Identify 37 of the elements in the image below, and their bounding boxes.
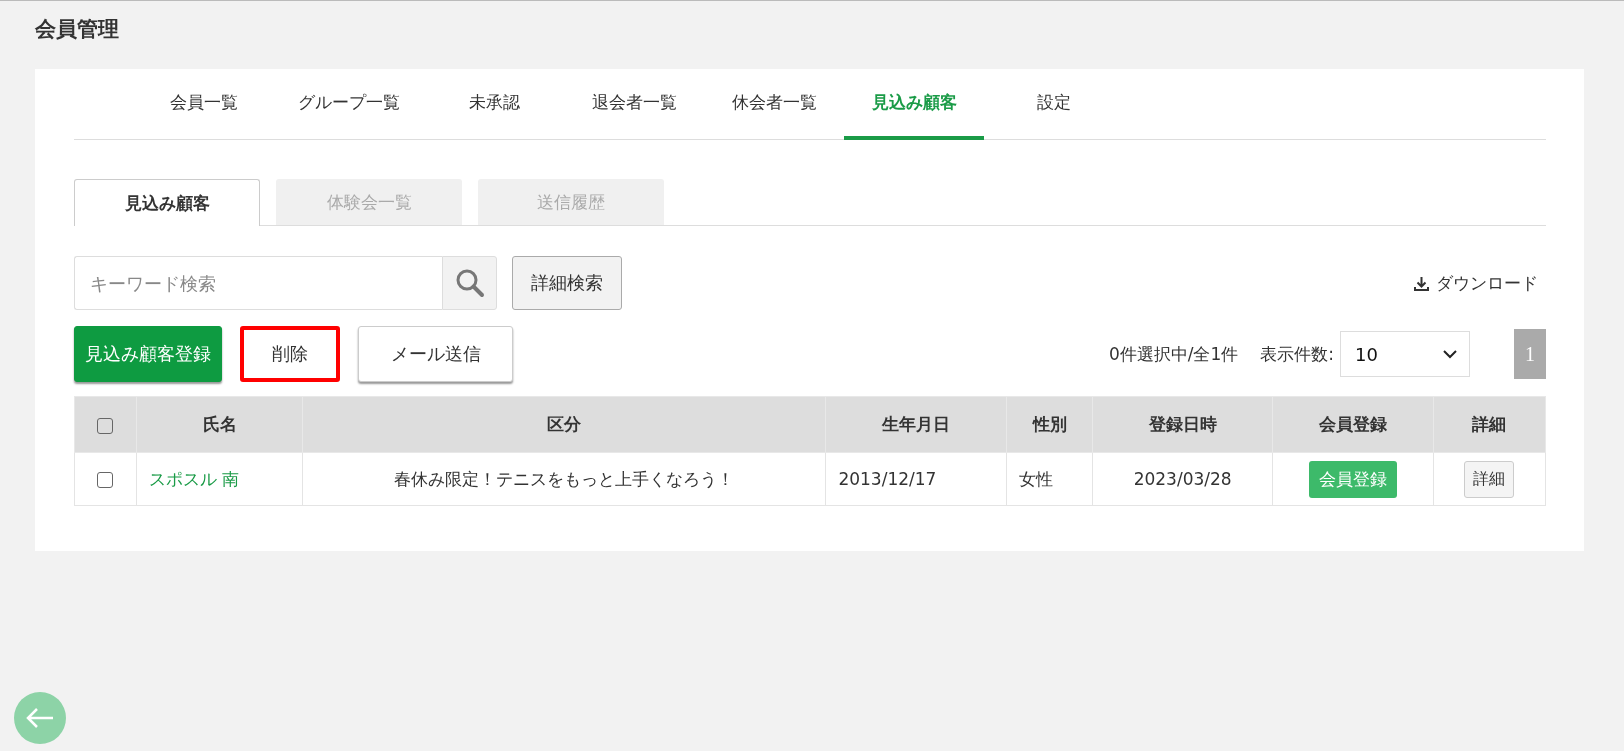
- chevron-icon: [1443, 349, 1457, 359]
- nav-tab[interactable]: 見込み顧客: [844, 69, 984, 140]
- nav-tab[interactable]: 未承認: [424, 69, 564, 140]
- select-all-checkbox[interactable]: [97, 417, 114, 434]
- advanced-search-button[interactable]: 詳細検索: [512, 256, 622, 310]
- page-size-select[interactable]: 10: [1340, 331, 1470, 377]
- left-arrow-icon: [26, 707, 54, 729]
- column-header: 生年月日: [825, 396, 1007, 453]
- nav-tab[interactable]: 退会者一覧: [564, 69, 704, 140]
- action-button[interactable]: 見込み顧客登録: [74, 326, 222, 382]
- selection-count: 0件選択中/全1件: [1108, 342, 1239, 366]
- row-checkbox[interactable]: [97, 472, 114, 488]
- search-button[interactable]: [442, 256, 497, 310]
- nav-tab[interactable]: 会員一覧: [134, 69, 274, 140]
- table-cell: 女性: [1006, 452, 1093, 506]
- column-header: 会員登録: [1272, 396, 1434, 453]
- nav-tab[interactable]: グループ一覧: [274, 69, 424, 140]
- sub-tab[interactable]: 見込み顧客: [74, 179, 260, 226]
- table-cell: 2023/03/28: [1092, 452, 1273, 506]
- page-title: 会員管理: [35, 16, 119, 43]
- nav-tab[interactable]: 設定: [984, 69, 1124, 140]
- column-header: 詳細: [1433, 396, 1546, 453]
- column-header: 登録日時: [1092, 396, 1273, 453]
- action-button[interactable]: メール送信: [358, 326, 513, 382]
- page-size-label: 表示件数:: [1260, 342, 1334, 366]
- search-field[interactable]: キーワード検索: [74, 256, 442, 310]
- nav-tab[interactable]: 休会者一覧: [704, 69, 844, 140]
- column-header: 性別: [1006, 396, 1093, 453]
- column-header: 氏名: [136, 396, 303, 453]
- table-cell: 2013/12/17: [825, 452, 1007, 506]
- detail-button[interactable]: 詳細: [1464, 460, 1515, 498]
- download-link[interactable]: ダウンロード: [1436, 271, 1538, 295]
- search-icon: [454, 268, 485, 298]
- action-button[interactable]: 削除: [240, 326, 340, 382]
- download-icon: [1413, 274, 1430, 292]
- column-header: 区分: [302, 396, 826, 453]
- table-cell: 春休み限定！テニスをもっと上手くなろう！: [302, 452, 826, 506]
